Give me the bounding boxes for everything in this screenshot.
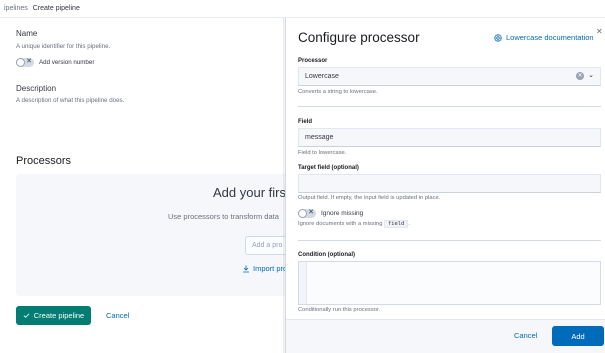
import-icon [243,265,249,272]
processor-help: Converts a string to lowercase. [298,89,378,95]
clear-icon[interactable]: ✕ [576,72,585,80]
switch-knob [298,209,307,218]
field-input[interactable]: message [298,128,601,147]
ignore-missing-help: Ignore documents with a missing field. [298,220,410,228]
target-field-input[interactable] [298,174,601,193]
version-toggle-row[interactable]: ✕ Add version number [16,58,94,67]
switch-knob [16,58,25,67]
processor-label: Processor [298,58,328,64]
name-help: A unique identifier for this pipeline. [16,43,111,50]
documentation-icon [494,33,502,42]
import-processors-link[interactable]: Import pro [242,264,287,273]
page-cancel-button[interactable]: Cancel [106,311,129,320]
lowercase-documentation-link[interactable]: Lowercase documentation [494,33,594,42]
processor-select[interactable]: Lowercase ✕ ⌄ [298,67,601,86]
target-field-help: Output field. If empty, the input field … [298,195,441,201]
section-divider [298,240,601,241]
field-input-value: message [305,134,334,141]
field-help: Field to lowercase. [298,150,347,156]
ignore-missing-help-text: Ignore documents with a missing [298,221,383,227]
ignore-missing-help-suffix: . [408,221,410,227]
target-field-label: Target field (optional) [298,165,359,171]
breadcrumb: ipelines Create pipeline [0,0,605,18]
flyout-title: Configure processor [298,30,420,45]
switch-off-icon: ✕ [308,209,314,216]
ignore-missing-toggle-row[interactable]: ✕ Ignore missing [298,209,363,218]
switch-off-icon: ✕ [26,58,32,65]
field-label: Field [298,119,313,125]
chevron-down-icon[interactable]: ⌄ [588,72,594,80]
close-icon[interactable]: ✕ [596,28,603,36]
name-label: Name [16,29,38,38]
create-pipeline-button[interactable]: Create pipeline [16,306,91,325]
version-toggle-label: Add version number [39,59,95,66]
doc-link-label: Lowercase documentation [506,33,594,42]
processors-title: Processors [16,155,72,167]
description-label: Description [16,84,57,93]
ignore-missing-switch[interactable]: ✕ [298,209,316,218]
flyout-cancel-button[interactable]: Cancel [514,331,537,340]
description-help: A description of what this pipeline does… [16,97,125,104]
breadcrumb-pipelines[interactable]: ipelines [4,5,28,12]
ignore-missing-label: Ignore missing [321,210,364,217]
section-divider [298,106,601,107]
create-pipeline-label: Create pipeline [33,311,85,320]
configure-processor-flyout: Configure processor Lowercase documentat… [285,18,605,353]
empty-state-body: Use processors to transform data [168,212,279,221]
processor-select-value: Lowercase [305,73,339,80]
condition-editor[interactable] [298,261,601,305]
condition-help: Conditionally run this processor. [298,307,381,313]
select-icons: ✕ ⌄ [576,72,594,80]
flyout-footer: Cancel Add [286,319,605,353]
add-processor-button[interactable]: Add [552,326,604,346]
check-icon [23,313,30,318]
breadcrumb-create-pipeline: Create pipeline [32,5,80,12]
field-code: field [384,220,409,228]
empty-state-title: Add your first [213,185,290,200]
editor-gutter [299,262,307,304]
version-switch[interactable]: ✕ [16,58,34,67]
condition-label: Condition (optional) [298,252,355,258]
